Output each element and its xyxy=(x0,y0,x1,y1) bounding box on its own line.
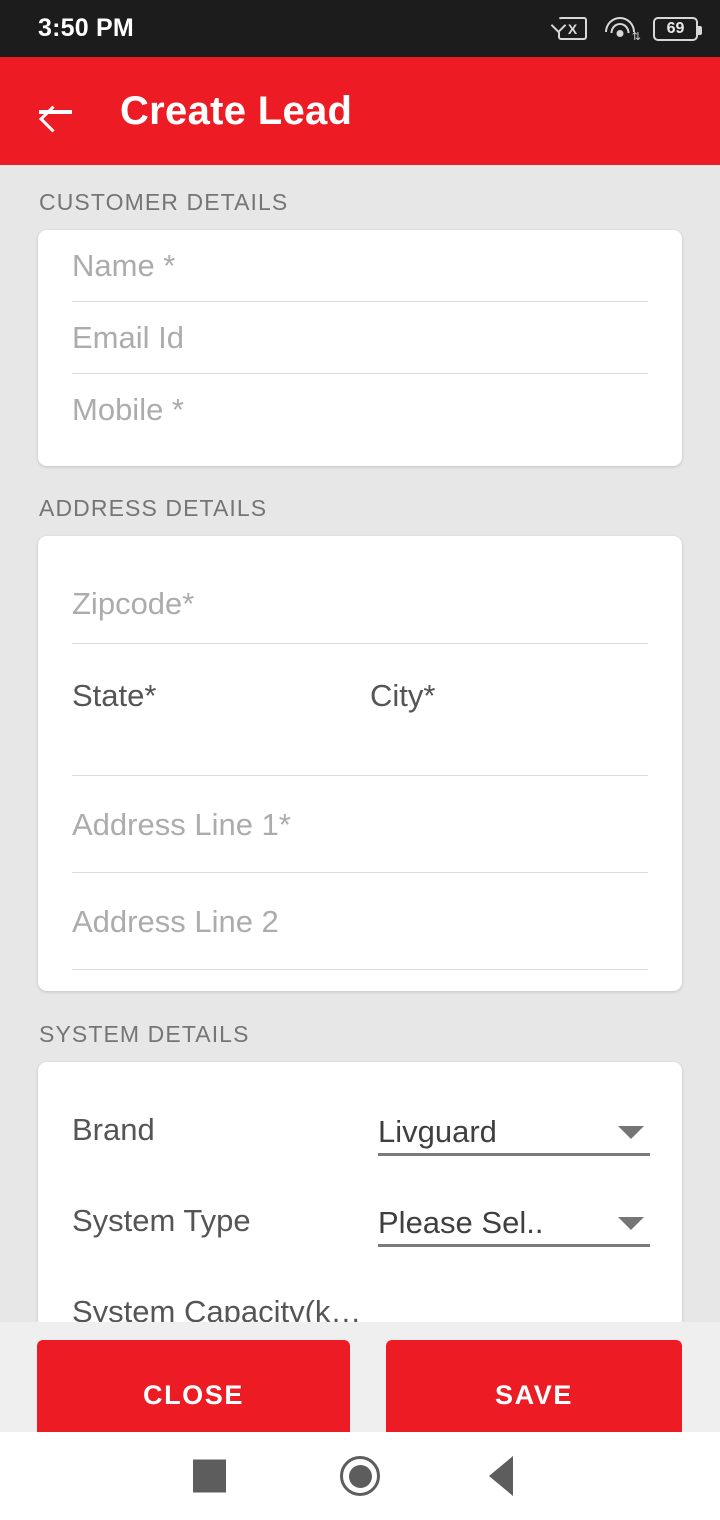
address-line1-field[interactable]: Address Line 1* xyxy=(38,776,682,872)
mobile-field[interactable]: Mobile * xyxy=(38,374,682,445)
system-capacity-row: System Capacity(k… xyxy=(38,1266,682,1323)
triangle-back-icon[interactable] xyxy=(489,1456,513,1496)
system-capacity-label: System Capacity(k… xyxy=(72,1293,362,1323)
state-field[interactable]: State* xyxy=(72,680,370,711)
arrow-left-icon[interactable] xyxy=(28,83,84,139)
system-type-label: System Type xyxy=(72,1202,251,1238)
chevron-down-icon xyxy=(618,1216,644,1230)
system-capacity-input[interactable] xyxy=(378,1286,650,1323)
app-screen: 3:50 PM X ⇅ 69 Create Lead CUSTOMER DETA… xyxy=(0,0,720,1520)
wifi-data-glyph: ⇅ xyxy=(631,30,641,43)
section-header-system: SYSTEM DETAILS xyxy=(39,1021,250,1047)
brand-value: Livguard xyxy=(378,1113,497,1149)
android-navigation-bar xyxy=(0,1432,720,1520)
page-title: Create Lead xyxy=(120,88,353,133)
brand-dropdown[interactable]: Livguard xyxy=(378,1104,650,1156)
customer-details-card: Name * Email Id Mobile * xyxy=(38,230,682,466)
system-details-card: Brand Livguard System Type Please Sel.. … xyxy=(38,1062,682,1322)
battery-level: 69 xyxy=(666,19,685,37)
address-details-card: Zipcode* State* City* Address Line 1* Ad… xyxy=(38,536,682,991)
section-header-address: ADDRESS DETAILS xyxy=(39,495,268,521)
wifi-icon: ⇅ xyxy=(604,16,641,42)
app-bar: Create Lead xyxy=(0,57,720,165)
system-type-dropdown[interactable]: Please Sel.. xyxy=(378,1195,650,1247)
state-city-row: State* City* xyxy=(38,644,682,775)
system-type-value: Please Sel.. xyxy=(378,1204,544,1240)
section-header-customer: CUSTOMER DETAILS xyxy=(39,189,289,215)
action-footer: CLOSE SAVE xyxy=(0,1322,720,1450)
chevron-down-icon xyxy=(618,1125,644,1139)
city-field[interactable]: City* xyxy=(370,680,435,711)
form-scroll-area[interactable]: CUSTOMER DETAILS Name * Email Id Mobile … xyxy=(0,165,720,1322)
battery-icon: 69 xyxy=(653,16,702,41)
sim-x-glyph: X xyxy=(567,20,578,37)
system-type-row: System Type Please Sel.. xyxy=(38,1175,682,1266)
city-label: City* xyxy=(370,678,436,713)
state-label: State* xyxy=(72,678,157,713)
name-field[interactable]: Name * xyxy=(38,230,682,301)
status-bar: 3:50 PM X ⇅ 69 xyxy=(0,0,720,57)
sim-card-x-icon: X xyxy=(558,17,587,40)
brand-row: Brand Livguard xyxy=(38,1084,682,1175)
email-field[interactable]: Email Id xyxy=(38,302,682,373)
zipcode-placeholder: Zipcode* xyxy=(72,586,195,621)
circle-home-icon[interactable] xyxy=(340,1456,380,1496)
address-line1-placeholder: Address Line 1* xyxy=(72,806,291,842)
address-line2-field[interactable]: Address Line 2 xyxy=(38,873,682,969)
square-recents-icon[interactable] xyxy=(193,1459,226,1493)
name-placeholder: Name * xyxy=(72,248,176,283)
address-line2-placeholder: Address Line 2 xyxy=(72,903,279,939)
email-placeholder: Email Id xyxy=(72,320,184,355)
mobile-placeholder: Mobile * xyxy=(72,392,184,427)
status-icons: X ⇅ 69 xyxy=(558,16,702,42)
zipcode-field[interactable]: Zipcode* xyxy=(38,536,682,643)
status-time: 3:50 PM xyxy=(38,14,134,42)
brand-label: Brand xyxy=(72,1111,155,1147)
